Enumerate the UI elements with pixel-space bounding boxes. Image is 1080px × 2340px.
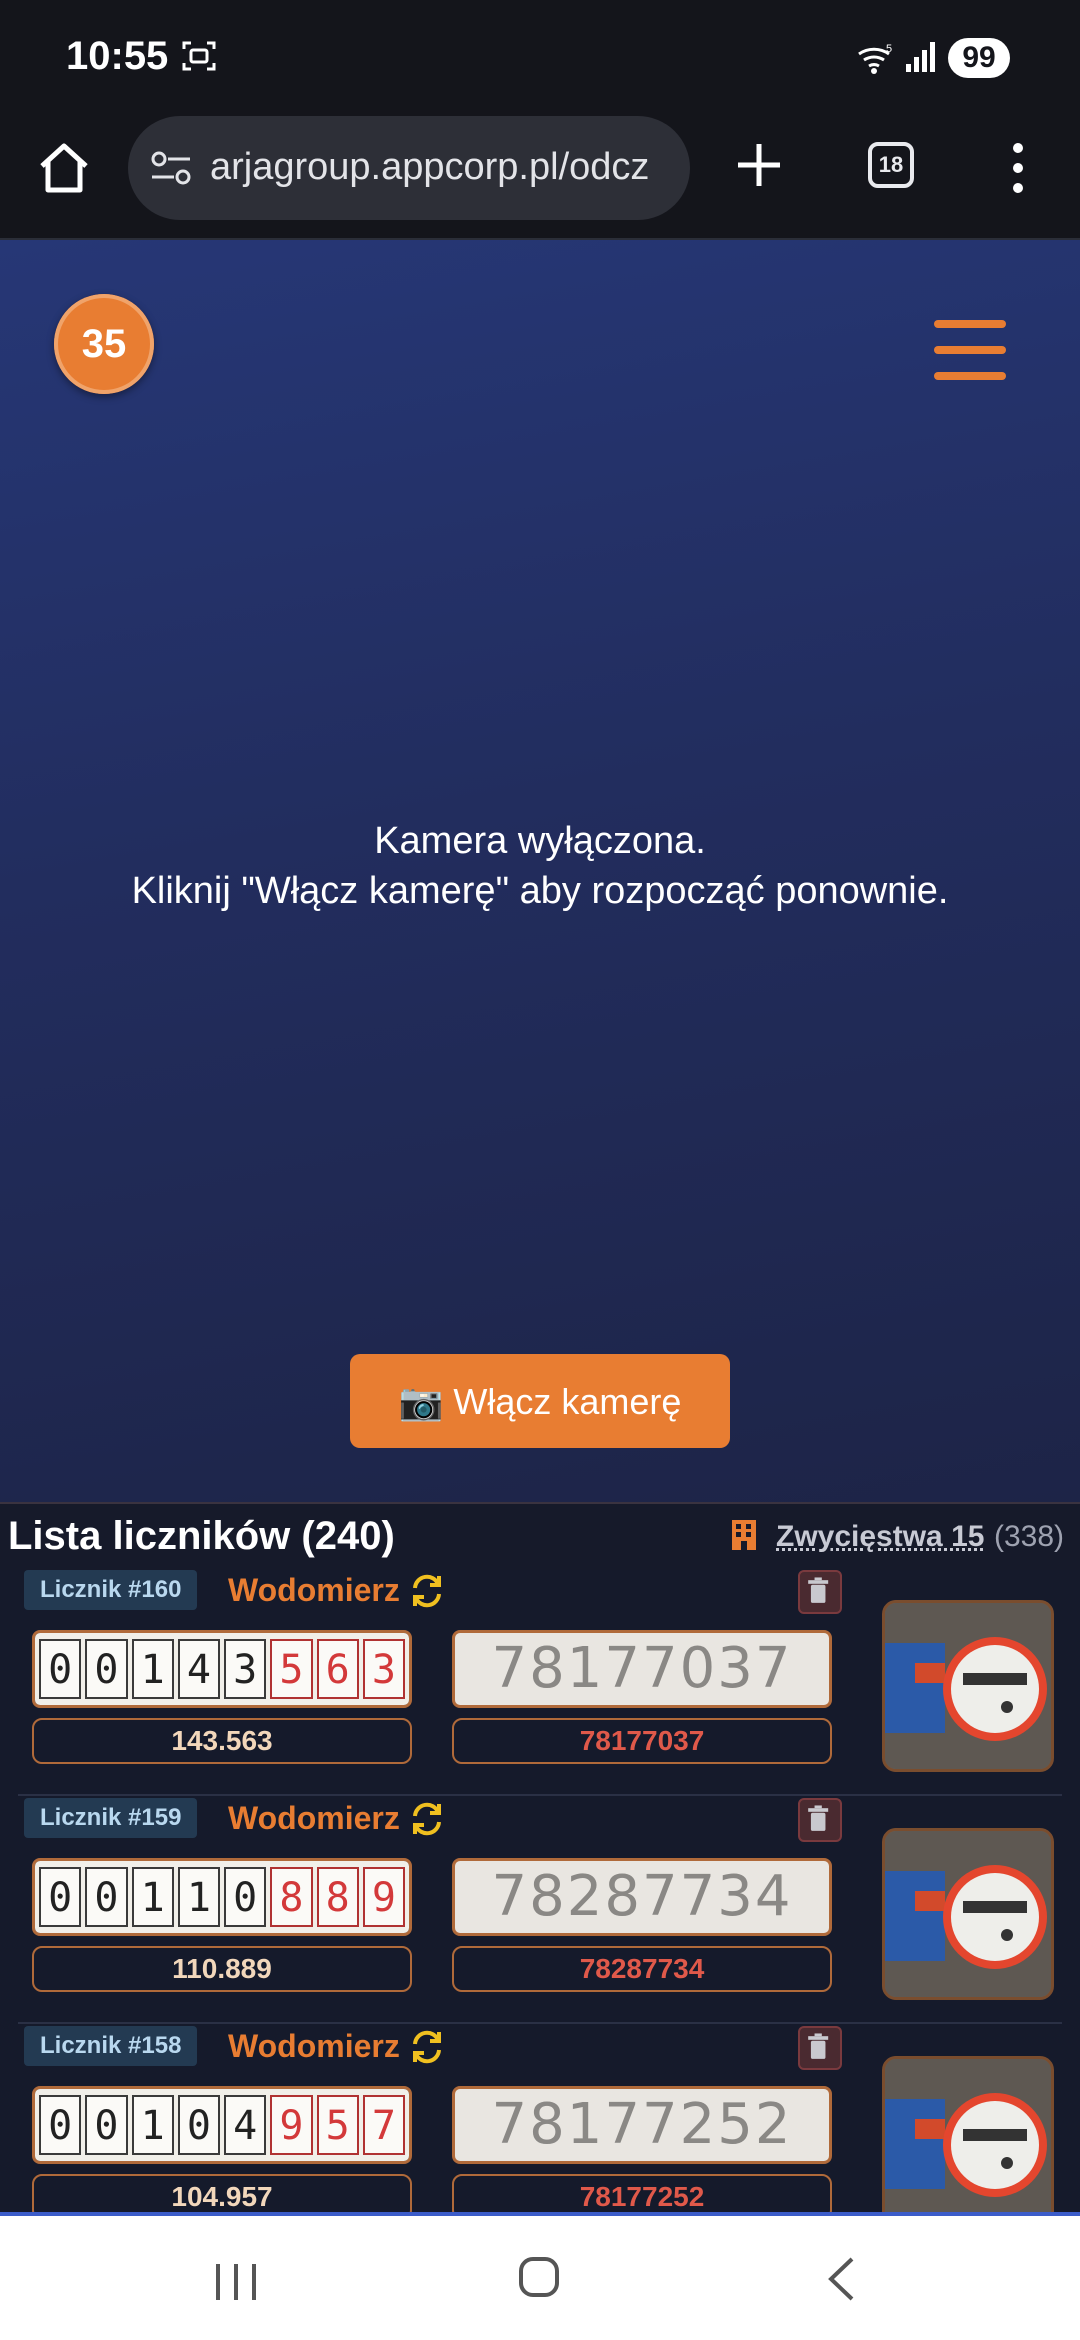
serial-crop-image[interactable]: 78177252 <box>452 2086 832 2164</box>
building-icon <box>732 1520 756 1550</box>
meter-type: Wodomierz <box>228 2028 400 2064</box>
reading-digit: 0 <box>39 1867 82 1927</box>
nav-home-icon[interactable] <box>518 2256 560 2298</box>
meter-row: Licznik #159 Wodomierz 00110889 78287734… <box>18 1798 1062 2024</box>
reading-digit: 7 <box>362 2095 405 2155</box>
reading-value[interactable]: 143.563 <box>32 1718 412 1764</box>
trash-icon <box>808 1577 829 1603</box>
reading-digit: 3 <box>224 1639 267 1699</box>
sync-icon[interactable] <box>408 1572 446 1610</box>
meter-tag: Licznik #158 <box>24 2026 198 2066</box>
delete-button[interactable] <box>798 1570 842 1614</box>
list-title: Lista liczników (240) <box>8 1514 395 1558</box>
reading-digit: 0 <box>177 2095 220 2155</box>
meter-photo[interactable] <box>882 1828 1054 2000</box>
reading-digit: 4 <box>177 1639 220 1699</box>
meter-tag: Licznik #159 <box>24 1798 198 1838</box>
reading-digit: 1 <box>131 2095 174 2155</box>
url-text[interactable]: arjagroup.appcorp.pl/odcz <box>210 146 680 189</box>
status-bar: 10:55 5 99 <box>0 0 1080 112</box>
reading-crop-image[interactable]: 00104957 <box>32 2086 412 2164</box>
water-meter-image <box>885 1603 1051 1769</box>
back-icon[interactable] <box>826 2256 856 2302</box>
reading-digit: 0 <box>224 1867 267 1927</box>
reading-digit: 9 <box>270 2095 313 2155</box>
meter-type: Wodomierz <box>228 1572 400 1608</box>
site-settings-icon[interactable] <box>150 148 192 188</box>
svg-text:5: 5 <box>886 43 892 55</box>
camera-panel: 35 Kamera wyłączona. Kliknij "Włącz kame… <box>0 240 1080 1502</box>
menu-dots-icon[interactable] <box>1004 140 1032 196</box>
reading-digit: 0 <box>85 1867 128 1927</box>
camera-off-message: Kamera wyłączona. Kliknij "Włącz kamerę"… <box>0 816 1080 916</box>
sync-icon[interactable] <box>408 2028 446 2066</box>
signal-icon <box>906 42 935 72</box>
meter-list: Licznik #160 Wodomierz 00143563 78177037… <box>0 1570 1080 2212</box>
reading-digit: 3 <box>362 1639 405 1699</box>
serial-value[interactable]: 78177252 <box>452 2174 832 2212</box>
clock: 10:55 <box>66 34 169 78</box>
reading-value[interactable]: 110.889 <box>32 1946 412 1992</box>
drum-digits: 00143563 <box>35 1633 409 1705</box>
browser-toolbar: arjagroup.appcorp.pl/odcz 18 <box>0 112 1080 240</box>
camera-message-line1: Kamera wyłączona. <box>374 820 706 862</box>
tabs-button[interactable]: 18 <box>868 142 914 188</box>
drum-digits: 00104957 <box>35 2089 409 2161</box>
wifi-icon: 5 <box>858 43 892 74</box>
reading-value[interactable]: 104.957 <box>32 2174 412 2212</box>
meter-list-header: Lista liczników (240) Zwycięstwa 15 (338… <box>0 1502 1080 1572</box>
system-nav-bar <box>0 2212 1080 2340</box>
serial-crop-image[interactable]: 78177037 <box>452 1630 832 1708</box>
serial-crop-text: 78287734 <box>491 1864 793 1929</box>
meter-photo[interactable] <box>882 2056 1054 2212</box>
pending-count-badge[interactable]: 35 <box>54 294 154 394</box>
meter-row: Licznik #158 Wodomierz 00104957 78177252… <box>18 2026 1062 2212</box>
meter-type: Wodomierz <box>228 1800 400 1836</box>
building-link[interactable]: Zwycięstwa 15 <box>776 1520 984 1554</box>
recents-icon[interactable] <box>214 2262 258 2302</box>
enable-camera-button[interactable]: 📷 Włącz kamerę <box>350 1354 730 1448</box>
reading-crop-image[interactable]: 00110889 <box>32 1858 412 1936</box>
meter-photo[interactable] <box>882 1600 1054 1772</box>
drum-digits: 00110889 <box>35 1861 409 1933</box>
delete-button[interactable] <box>798 1798 842 1842</box>
trash-icon <box>808 2033 829 2059</box>
serial-crop-text: 78177252 <box>491 2092 793 2157</box>
serial-value[interactable]: 78177037 <box>452 1718 832 1764</box>
reading-crop-image[interactable]: 00143563 <box>32 1630 412 1708</box>
serial-crop-text: 78177037 <box>491 1636 793 1701</box>
reading-digit: 0 <box>85 1639 128 1699</box>
building-count: (338) <box>994 1520 1065 1553</box>
reading-digit: 4 <box>224 2095 267 2155</box>
reading-digit: 0 <box>85 2095 128 2155</box>
meter-tag: Licznik #160 <box>24 1570 198 1610</box>
reading-digit: 9 <box>362 1867 405 1927</box>
reading-digit: 5 <box>316 2095 359 2155</box>
reading-digit: 1 <box>131 1867 174 1927</box>
delete-button[interactable] <box>798 2026 842 2070</box>
reading-digit: 5 <box>270 1639 313 1699</box>
water-meter-image <box>885 2059 1051 2212</box>
new-tab-icon[interactable] <box>734 140 784 190</box>
trash-icon <box>808 1805 829 1831</box>
serial-crop-image[interactable]: 78287734 <box>452 1858 832 1936</box>
battery-badge: 99 <box>948 38 1010 78</box>
camera-message-line2: Kliknij "Włącz kamerę" aby rozpocząć pon… <box>131 870 949 912</box>
home-icon[interactable] <box>34 138 94 198</box>
meter-row: Licznik #160 Wodomierz 00143563 78177037… <box>18 1570 1062 1796</box>
serial-value[interactable]: 78287734 <box>452 1946 832 1992</box>
reading-digit: 6 <box>316 1639 359 1699</box>
reading-digit: 1 <box>177 1867 220 1927</box>
screen-record-icon <box>182 41 216 71</box>
reading-digit: 1 <box>131 1639 174 1699</box>
water-meter-image <box>885 1831 1051 1997</box>
reading-digit: 0 <box>39 2095 82 2155</box>
sync-icon[interactable] <box>408 1800 446 1838</box>
reading-digit: 8 <box>270 1867 313 1927</box>
hamburger-menu-icon[interactable] <box>934 320 1006 380</box>
reading-digit: 0 <box>39 1639 82 1699</box>
url-bar[interactable]: arjagroup.appcorp.pl/odcz <box>128 116 690 220</box>
reading-digit: 8 <box>316 1867 359 1927</box>
